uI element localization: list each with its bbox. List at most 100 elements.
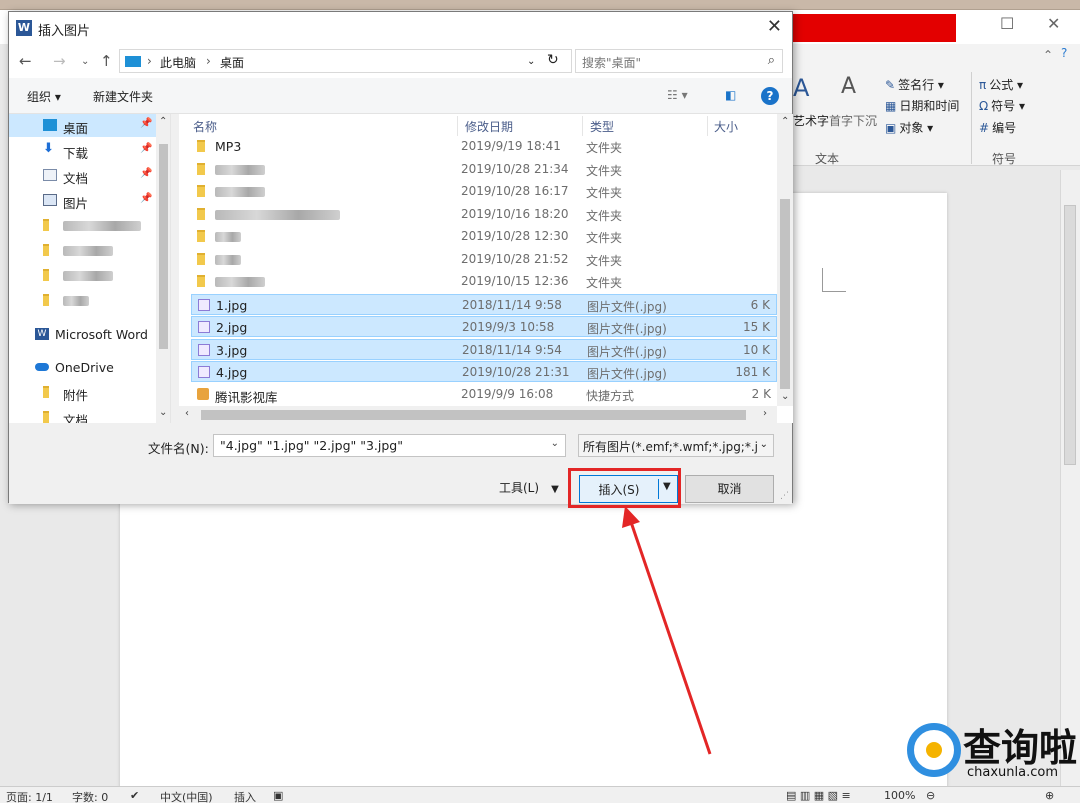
file-row[interactable]: MP3 2019/9/19 18:41 文件夹 [191, 136, 777, 157]
tools-button[interactable]: 工具(L) ▼ [499, 479, 559, 496]
forward-arrow-icon[interactable]: → [53, 52, 66, 70]
scroll-up-icon[interactable]: ⌃ [159, 116, 167, 127]
pin-icon[interactable]: 📌 [140, 193, 152, 204]
pin-icon[interactable]: 📌 [140, 168, 152, 179]
insert-button[interactable]: 插入(S) ▼ [579, 475, 678, 503]
scroll-left-icon[interactable]: ‹ [185, 408, 189, 419]
proofing-icon[interactable]: ✔ [130, 789, 139, 802]
dropcap-icon[interactable]: A [841, 74, 856, 99]
dropcap-button[interactable]: 首字下沉 [829, 112, 877, 129]
sidebar-scrollbar[interactable]: ⌃ ⌄ [156, 114, 170, 423]
file-type: 文件夹 [586, 276, 623, 290]
collapse-ribbon-icon[interactable]: ⌃ [1043, 48, 1053, 62]
column-size[interactable]: 大小 [714, 118, 738, 135]
filter-dropdown-icon[interactable]: ⌄ [759, 439, 768, 450]
sidebar-scroll-thumb[interactable] [159, 144, 168, 349]
file-list-scrollbar[interactable]: ⌃ ⌄ [777, 114, 793, 406]
filename-dropdown-icon[interactable]: ⌄ [551, 438, 559, 449]
datetime-button[interactable]: ▦ 日期和时间 [885, 97, 959, 114]
scroll-up-icon[interactable]: ⌃ [781, 116, 789, 127]
pin-icon[interactable]: 📌 [140, 118, 152, 129]
zoom-out-icon[interactable]: ⊖ [926, 789, 935, 802]
close-window-icon[interactable]: ✕ [1047, 14, 1060, 33]
macro-icon[interactable]: ▣ [273, 789, 283, 802]
file-row[interactable]: 腾讯影视库 2019/9/9 16:08 快捷方式 2 K [191, 384, 777, 405]
cancel-button[interactable]: 取消 [685, 475, 774, 503]
address-dropdown-icon[interactable]: ⌄ [527, 56, 535, 67]
file-row[interactable]: 2019/10/28 16:17 文件夹 [191, 181, 777, 202]
signature-line-button[interactable]: ✎ 签名行 ▾ [885, 76, 944, 93]
scroll-right-icon[interactable]: › [763, 408, 767, 419]
filename-input[interactable]: "4.jpg" "1.jpg" "2.jpg" "3.jpg" ⌄ [213, 434, 566, 457]
sidebar-item-pictures[interactable]: 图片 📌 [9, 189, 156, 212]
zoom-in-icon[interactable]: ⊕ [1045, 789, 1054, 802]
zoom-level[interactable]: 100% [884, 789, 915, 802]
status-page[interactable]: 页面: 1/1 [6, 789, 53, 803]
file-row[interactable]: 2019/10/28 12:30 文件夹 [191, 226, 777, 247]
back-arrow-icon[interactable]: ← [19, 52, 32, 70]
scroll-down-icon[interactable]: ⌄ [781, 391, 789, 402]
breadcrumb-desktop[interactable]: 桌面 [220, 54, 244, 71]
column-type[interactable]: 类型 [590, 118, 614, 135]
file-row[interactable]: 4.jpg 2019/10/28 21:31 图片文件(.jpg) 181 K [191, 361, 777, 382]
file-type-filter[interactable]: 所有图片(*.emf;*.wmf;*.jpg;*.j ⌄ [578, 434, 774, 457]
folder-icon [197, 230, 205, 242]
file-row[interactable]: 2019/10/16 18:20 文件夹 [191, 204, 777, 225]
file-list-hscroll-thumb[interactable] [201, 410, 746, 420]
numbering-button[interactable]: # 编号 [979, 119, 1016, 136]
sidebar-item-documents-2[interactable]: 文档 [9, 406, 156, 423]
equation-button[interactable]: π 公式 ▾ [979, 76, 1023, 93]
refresh-icon[interactable]: ↻ [547, 52, 559, 68]
preview-pane-icon[interactable]: ◧ [725, 88, 736, 102]
address-bar[interactable]: › 此电脑 › 桌面 ⌄ ↻ [119, 49, 572, 73]
insert-dropdown-icon[interactable]: ▼ [663, 481, 671, 492]
sidebar-item-blurred[interactable] [9, 289, 156, 312]
file-row[interactable]: 1.jpg 2018/11/14 9:58 图片文件(.jpg) 6 K [191, 293, 777, 315]
dialog-close-icon[interactable]: ✕ [767, 16, 782, 37]
view-options-icon[interactable]: ☷ ▾ [667, 88, 688, 102]
sidebar-item-blurred[interactable] [9, 239, 156, 262]
file-row[interactable]: 2019/10/28 21:52 文件夹 [191, 249, 777, 270]
sidebar-item-blurred[interactable] [9, 214, 156, 237]
wordart-button[interactable]: 艺术字 [793, 112, 829, 129]
sidebar-item-onedrive[interactable]: OneDrive [9, 356, 156, 379]
scroll-down-icon[interactable]: ⌄ [159, 407, 167, 418]
pin-icon[interactable]: 📌 [140, 143, 152, 154]
symbol-button[interactable]: Ω 符号 ▾ [979, 97, 1025, 114]
file-row[interactable]: 2019/10/28 21:34 文件夹 [191, 159, 777, 180]
recent-chevron-icon[interactable]: ⌄ [81, 56, 89, 67]
file-row[interactable]: 3.jpg 2018/11/14 9:54 图片文件(.jpg) 10 K [191, 338, 777, 360]
status-words[interactable]: 字数: 0 [72, 789, 108, 803]
sidebar-item-attachments[interactable]: 附件 [9, 381, 156, 404]
vertical-scroll-thumb[interactable] [1064, 205, 1076, 465]
column-name[interactable]: 名称 [193, 118, 217, 135]
sidebar-item-downloads[interactable]: ⬇ 下载 📌 [9, 139, 156, 162]
wordart-icon[interactable]: A [793, 74, 809, 102]
file-row[interactable]: 2.jpg 2019/9/3 10:58 图片文件(.jpg) 15 K [191, 316, 777, 337]
column-date[interactable]: 修改日期 [465, 118, 513, 135]
object-button[interactable]: ▣ 对象 ▾ [885, 119, 933, 136]
sidebar-item-documents[interactable]: 文档 📌 [9, 164, 156, 187]
help-circle-icon[interactable]: ? [1061, 46, 1067, 60]
file-list-scroll-thumb[interactable] [780, 199, 790, 389]
search-input[interactable]: 搜索"桌面" ⌕ [575, 49, 783, 73]
up-arrow-icon[interactable]: ↑ [100, 52, 113, 70]
resize-grip-icon[interactable]: ⋰ [780, 491, 789, 501]
organize-button[interactable]: 组织 ▾ [27, 88, 61, 105]
status-mode[interactable]: 插入 [234, 789, 256, 803]
file-date: 2019/10/28 16:17 [461, 184, 569, 198]
file-date: 2019/10/16 18:20 [461, 206, 569, 221]
status-language[interactable]: 中文(中国) [160, 789, 213, 803]
breadcrumb-this-pc[interactable]: 此电脑 [160, 54, 196, 71]
sidebar-item-blurred[interactable] [9, 264, 156, 287]
new-folder-button[interactable]: 新建文件夹 [93, 88, 153, 105]
sidebar-item-microsoft-word[interactable]: W Microsoft Word [9, 323, 156, 346]
picture-icon [43, 194, 57, 206]
help-icon[interactable]: ? [761, 87, 779, 105]
number-icon: # [979, 121, 990, 135]
view-buttons[interactable]: ▤ ▥ ▦ ▧ ≡ [786, 789, 851, 802]
file-row[interactable]: 2019/10/15 12:36 文件夹 [191, 271, 777, 292]
sidebar-item-desktop[interactable]: 桌面 📌 [9, 114, 156, 137]
maximize-icon[interactable]: ☐ [1000, 14, 1014, 33]
file-list-hscrollbar[interactable]: ‹ › [179, 406, 777, 423]
